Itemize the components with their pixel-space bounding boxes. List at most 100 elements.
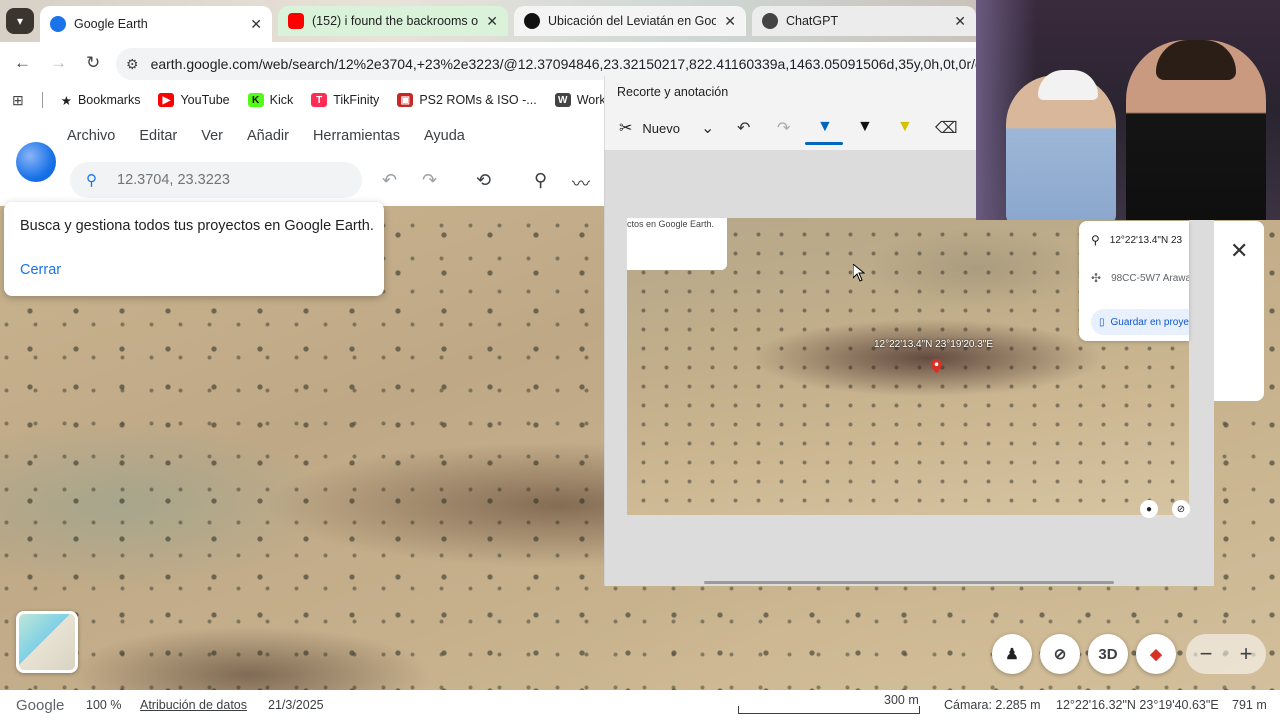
bookmark-ps2[interactable]: ▣ PS2 ROMs & ISO -... — [397, 93, 537, 107]
tab-title: Ubicación del Leviatán en Goo — [548, 14, 717, 28]
path-icon[interactable]: 〰 — [572, 170, 590, 196]
ps2-icon: ▣ — [397, 93, 414, 107]
compass-button[interactable]: ◆ — [1136, 634, 1176, 674]
tab-tiktok[interactable]: Ubicación del Leviatán en Goo ✕ — [514, 6, 746, 36]
highlighter-icon[interactable]: ▼ — [897, 118, 913, 136]
close-tab-icon[interactable]: ✕ — [954, 13, 966, 30]
place-info-card: ⚲ 12°22'13.4"N 23 ✣ 98CC-5W7 Arawa ▯ Gua… — [1079, 221, 1189, 341]
camera-altitude: Cámara: 2.285 m — [944, 698, 1041, 712]
compass-off-icon: ⊘ — [1053, 646, 1067, 663]
history-icon[interactable]: ⟲ — [476, 170, 491, 191]
bookmark-label: Kick — [269, 93, 294, 107]
cursor-coordinates: 12°22'16.32"N 23°19'40.63"E — [1056, 698, 1219, 712]
cap — [1038, 70, 1098, 100]
redo-icon[interactable]: ↷ — [422, 170, 437, 191]
chatgpt-favicon-icon — [762, 13, 778, 29]
pencil-icon[interactable]: ▼ — [857, 118, 873, 136]
site-info-icon[interactable]: ⚙ — [126, 56, 139, 73]
search-icon: ⚲ — [86, 172, 97, 189]
youtube-icon: ▶ — [158, 93, 175, 107]
google-earth-logo-icon[interactable] — [16, 142, 56, 182]
data-attribution-link[interactable]: Atribución de datos — [140, 698, 247, 712]
placemark-label: 12°22'13.4"N 23°19'20.3"E — [874, 339, 994, 350]
selected-tool-indicator — [805, 142, 843, 145]
plus-code-icon: ✣ — [1091, 271, 1102, 285]
eraser-icon[interactable]: ⌫ — [935, 118, 958, 138]
snip-new-button[interactable]: ✂ Nuevo — [619, 118, 680, 138]
info-plus-text: 98CC-5W7 Arawa — [1111, 272, 1189, 284]
bookmark-label: YouTube — [180, 93, 230, 107]
status-bar: Google 100 % Atribución de datos 21/3/20… — [0, 690, 1280, 720]
close-tab-icon[interactable]: ✕ — [250, 16, 262, 33]
menu-archivo[interactable]: Archivo — [67, 128, 115, 144]
imagery-date: 21/3/2025 — [268, 698, 324, 712]
apps-grid-icon[interactable]: ⊞ — [12, 92, 24, 109]
bookmark-label: PS2 ROMs & ISO -... — [419, 93, 537, 107]
tab-google-earth[interactable]: Google Earth ✕ — [40, 6, 272, 42]
close-icon[interactable]: ✕ — [1230, 238, 1248, 264]
ballpoint-pen-icon[interactable]: ▼ — [817, 118, 833, 136]
placemark-icon[interactable]: ⚲ — [534, 170, 547, 191]
3d-label: 3D — [1098, 645, 1118, 663]
bookmark-divider — [41, 92, 43, 108]
bookmark-tikfinity[interactable]: T TikFinity — [311, 93, 379, 107]
tab-title: (152) i found the backrooms on — [312, 14, 479, 28]
reset-tilt-button[interactable]: ⊘ — [1040, 634, 1080, 674]
snip-icon: ✂ — [619, 120, 633, 137]
star-icon: ★ — [60, 93, 72, 108]
menu-ayuda[interactable]: Ayuda — [424, 128, 465, 144]
zoom-controls: − + — [1186, 634, 1266, 674]
zoom-in-icon[interactable]: + — [1240, 641, 1253, 667]
zoom-level: 100 % — [86, 698, 122, 712]
pegman-button[interactable]: ♟ — [992, 634, 1032, 674]
location-pin-icon: ⚲ — [1091, 233, 1100, 247]
menu-herramientas[interactable]: Herramientas — [313, 128, 400, 144]
redo-icon[interactable]: ↷ — [777, 118, 790, 138]
kick-icon: K — [247, 93, 264, 107]
undo-icon[interactable]: ↶ — [737, 118, 750, 138]
bookmark-youtube[interactable]: ▶ YouTube — [158, 93, 230, 107]
menu-ver[interactable]: Ver — [201, 128, 223, 144]
menu-anadir[interactable]: Añadir — [247, 128, 289, 144]
zoom-out-icon[interactable]: − — [1200, 641, 1213, 667]
bookmark-icon: ▯ — [1099, 316, 1105, 328]
forward-arrow-icon[interactable]: → — [50, 53, 67, 73]
horizontal-scrollbar[interactable] — [704, 581, 1114, 584]
info-plus-code: ✣ 98CC-5W7 Arawa — [1091, 271, 1189, 285]
menu-editar[interactable]: Editar — [139, 128, 177, 144]
map-pin-icon — [931, 359, 942, 373]
info-coordinates: ⚲ 12°22'13.4"N 23 — [1091, 233, 1182, 247]
back-arrow-icon[interactable]: ← — [14, 53, 31, 73]
close-tab-icon[interactable]: ✕ — [486, 13, 498, 30]
tooltip-close-button[interactable]: Cerrar — [20, 262, 61, 278]
info-coord-text: 12°22'13.4"N 23 — [1109, 234, 1183, 246]
tab-title: ChatGPT — [786, 14, 839, 28]
mouse-cursor-icon — [853, 264, 865, 282]
workplace-icon: W — [554, 93, 571, 107]
close-tab-icon[interactable]: ✕ — [724, 13, 736, 30]
bookmark-bookmarks[interactable]: ★ Bookmarks — [61, 93, 141, 108]
bookmark-label: TikFinity — [333, 93, 380, 107]
chevron-down-icon[interactable]: ⌄ — [701, 118, 714, 138]
save-to-project-button[interactable]: ▯ Guardar en proye — [1091, 309, 1189, 335]
compass-icon: ◆ — [1150, 646, 1162, 663]
bookmark-kick[interactable]: K Kick — [247, 93, 294, 107]
reload-icon[interactable]: ↻ — [86, 53, 100, 73]
tab-bar: ▾ Google Earth ✕ (152) i found the backr… — [0, 0, 976, 42]
3d-toggle-button[interactable]: 3D — [1088, 634, 1128, 674]
google-logo: Google — [16, 696, 65, 714]
tikfinity-icon: T — [311, 93, 328, 107]
webcam-overlay — [976, 0, 1280, 220]
tab-search-button[interactable]: ▾ — [6, 8, 34, 34]
layers-minimap-button[interactable] — [16, 611, 78, 673]
tab-chatgpt[interactable]: ChatGPT ✕ — [752, 6, 976, 36]
snip-toolbar: Recorte y anotación ✂ Nuevo ⌄ ↶ ↷ ▼ ▼ ▼ … — [604, 76, 976, 150]
url-text: earth.google.com/web/search/12%2e3704,+2… — [150, 56, 991, 72]
tab-title: Google Earth — [74, 17, 148, 31]
tab-youtube[interactable]: (152) i found the backrooms on ✕ — [278, 6, 508, 36]
search-input[interactable]: ⚲ 12.3704, 23.3223 — [70, 162, 362, 198]
undo-icon[interactable]: ↶ — [382, 170, 397, 191]
compass-off-icon: ⊘ — [1172, 500, 1190, 518]
youtube-favicon-icon — [288, 13, 304, 29]
snip-new-label: Nuevo — [642, 120, 680, 136]
